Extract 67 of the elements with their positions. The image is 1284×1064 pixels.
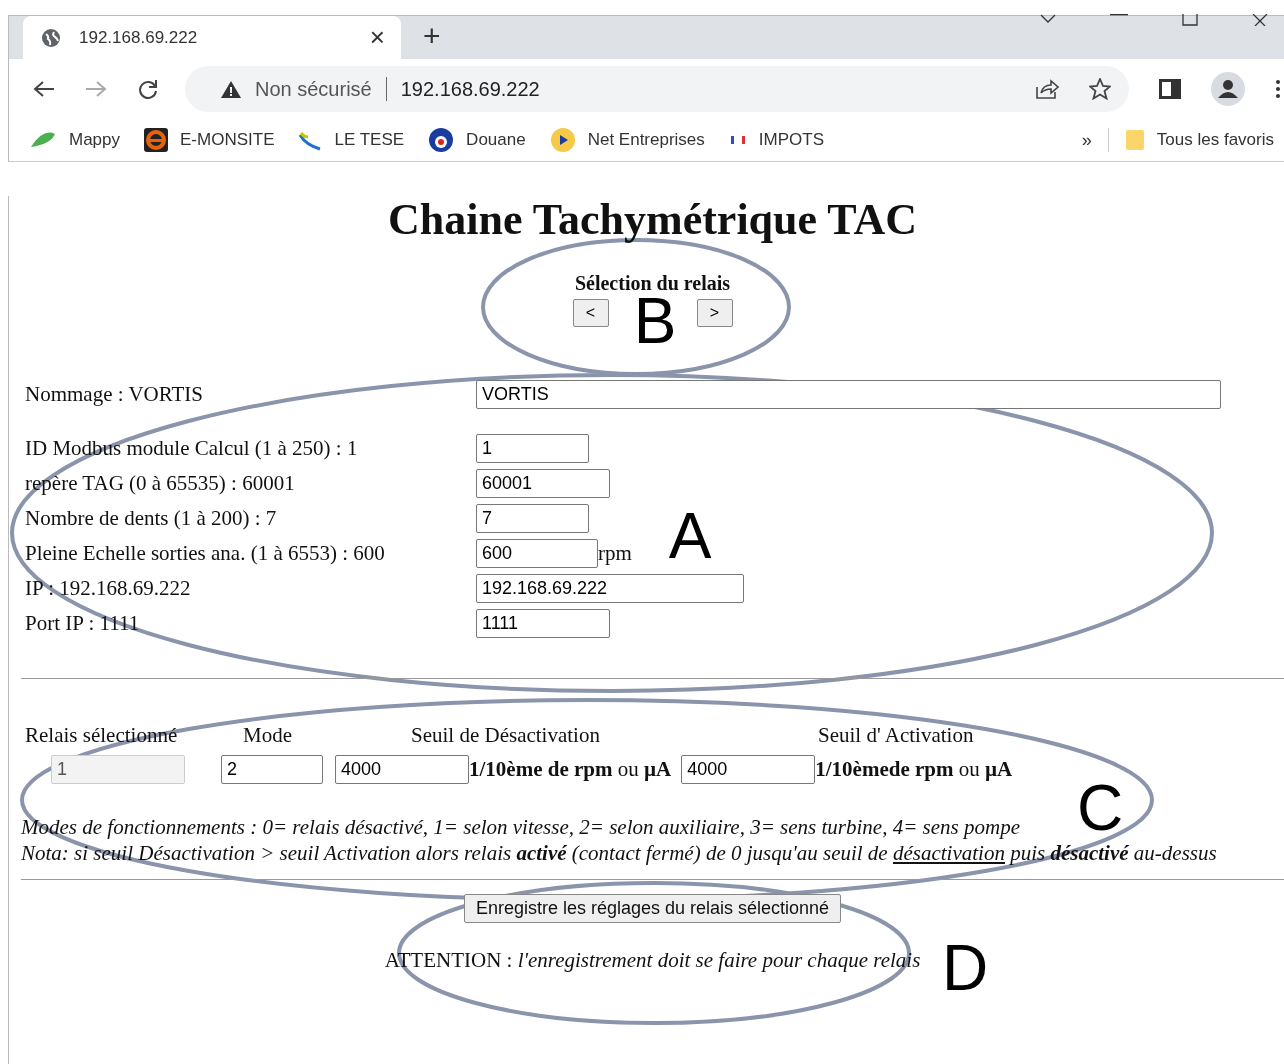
maximize-icon[interactable]: [1182, 14, 1198, 26]
unit-label: rpm: [598, 541, 632, 566]
field-label: IP : 192.168.69.222: [24, 576, 192, 601]
deactivation-field[interactable]: 4000: [335, 754, 469, 784]
bookmark-item[interactable]: Mappy: [31, 130, 121, 150]
annotation-letter: D: [941, 932, 989, 1004]
input-field[interactable]: 600: [476, 539, 598, 568]
input-field[interactable]: 1: [476, 434, 589, 463]
address-bar[interactable]: Non sécurisé 192.168.69.222: [185, 66, 1129, 112]
next-relay-button[interactable]: >: [696, 299, 733, 327]
reload-icon[interactable]: [137, 78, 159, 100]
swoosh-icon: [298, 129, 323, 151]
activation-field[interactable]: 4000: [681, 754, 816, 784]
emblem-icon: [428, 127, 455, 153]
letter-e-icon: [144, 128, 169, 152]
minimize-icon[interactable]: [1110, 14, 1128, 16]
leaf-icon: [31, 132, 57, 148]
sidebar-icon[interactable]: [1159, 79, 1181, 99]
field-label: Nommage : VORTIS: [24, 382, 204, 407]
browser-tab[interactable]: 192.168.69.222 ×: [23, 16, 401, 59]
url-text: 192.168.69.222: [400, 77, 540, 101]
column-header: Mode: [243, 722, 293, 748]
modes-note: Modes de fonctionnements : 0= relais désactivé, 1= selon vitesse, 2= selon auxiliaire, 3= sens turbine, 4= sens pompe: [21, 814, 1021, 840]
bookmark-item[interactable]: Net Entreprises: [549, 127, 705, 153]
close-icon[interactable]: [1252, 14, 1268, 26]
input-field[interactable]: 192.168.69.222: [476, 574, 744, 603]
field-label: repère TAG (0 à 65535) : 60001: [24, 471, 296, 496]
bookmark-item[interactable]: LE TESE: [298, 129, 405, 151]
chevron-icon[interactable]: [1040, 14, 1056, 23]
column-header: Seuil d' Activation: [818, 722, 974, 748]
mode-field[interactable]: 2: [221, 754, 323, 784]
close-tab-button[interactable]: ×: [369, 22, 385, 53]
field-label: Pleine Echelle sorties ana. (1 à 6553) : 600: [24, 541, 386, 566]
security-label: Non sécurisé: [255, 77, 372, 101]
input-field[interactable]: 60001: [476, 469, 610, 498]
star-icon[interactable]: [1089, 78, 1111, 100]
new-tab-button[interactable]: +: [423, 19, 441, 53]
input-field[interactable]: VORTIS: [476, 380, 1221, 409]
field-label: Port IP : 1111: [24, 611, 141, 636]
save-button[interactable]: Enregistre les réglages du relais sélectionné: [463, 894, 842, 923]
warning-icon: [221, 80, 241, 98]
folder-icon: [1124, 129, 1145, 151]
globe-icon: [41, 27, 61, 48]
play-icon: [549, 127, 576, 153]
bookmark-item[interactable]: E-MONSITE: [144, 128, 275, 152]
column-header: Relais sélectionné: [25, 722, 179, 748]
share-icon[interactable]: [1035, 79, 1059, 99]
menu-icon[interactable]: [1275, 79, 1281, 99]
column-header: Seuil de Désactivation: [411, 722, 601, 748]
back-icon[interactable]: [33, 80, 55, 98]
more-bookmarks-button[interactable]: »: [1081, 129, 1092, 151]
page-title: Chaine Tachymétrique TAC: [387, 196, 918, 244]
field-label: Nombre de dents (1 à 200) : 7: [24, 506, 278, 531]
all-bookmarks-item[interactable]: Tous les favoris: [1124, 129, 1274, 151]
profile-icon[interactable]: [1211, 72, 1245, 106]
tab-title: 192.168.69.222: [79, 27, 199, 48]
annotation-letter: A: [668, 500, 712, 572]
unit-label: 1/10ème de rpm ou µA: [469, 756, 672, 782]
unit-label: 1/10èmede rpm ou µA: [815, 756, 1013, 782]
bookmark-item[interactable]: Douane: [428, 127, 526, 153]
field-label: ID Modbus module Calcul (1 à 250) : 1: [24, 436, 359, 461]
previous-relay-button[interactable]: <: [572, 299, 609, 327]
warning-text: ATTENTION : l'enregistrement doit se faire pour chaque relais: [384, 948, 921, 973]
input-field[interactable]: 7: [476, 504, 589, 533]
flag-icon: [728, 134, 747, 146]
bookmark-item[interactable]: IMPOTS: [728, 130, 824, 150]
input-field[interactable]: 1111: [476, 609, 610, 638]
